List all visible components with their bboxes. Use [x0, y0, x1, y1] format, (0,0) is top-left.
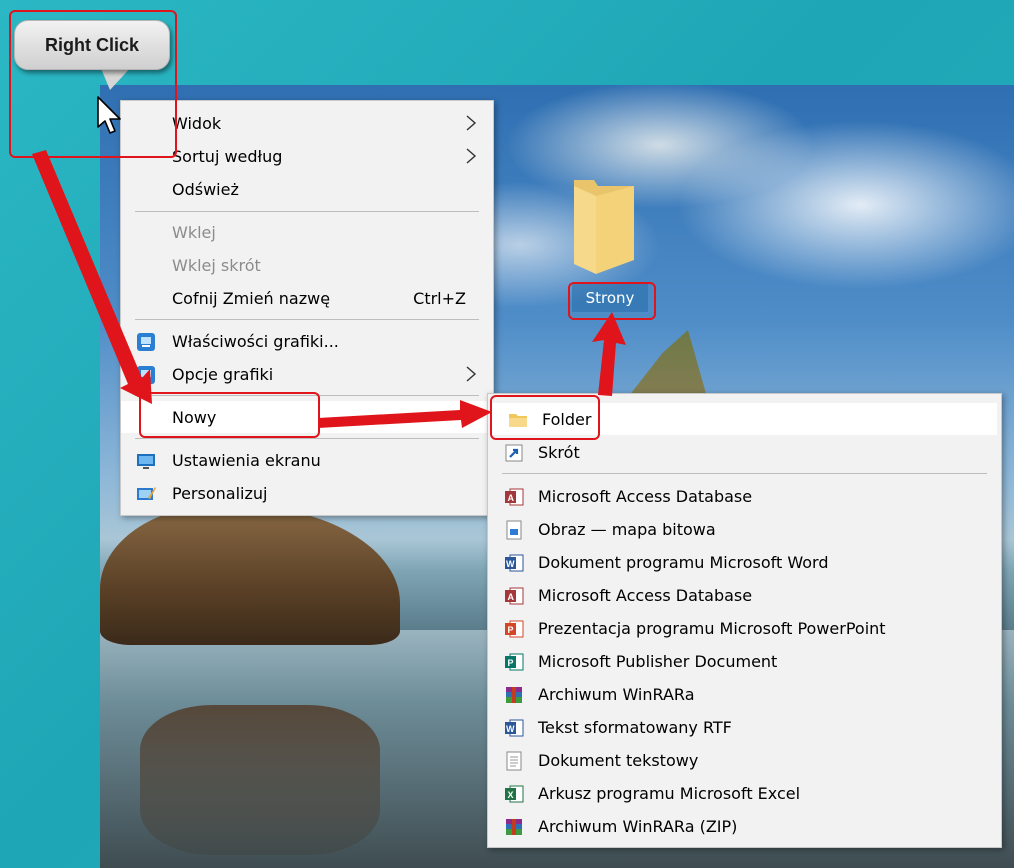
- menu-item-label: Obraz — mapa bitowa: [538, 519, 716, 539]
- excel-icon: X: [505, 785, 524, 803]
- intel-graphics-icon: [137, 333, 155, 351]
- chevron-right-icon: [466, 409, 477, 425]
- menu-separator: [502, 473, 987, 474]
- submenu-item-powerpoint[interactable]: P Prezentacja programu Microsoft PowerPo…: [488, 612, 1001, 644]
- menu-item-label: Dokument tekstowy: [538, 750, 699, 770]
- word-icon: W: [505, 554, 524, 572]
- submenu-item-access[interactable]: A Microsoft Access Database: [488, 480, 1001, 512]
- svg-text:X: X: [508, 790, 514, 800]
- winrar-icon: [506, 687, 522, 703]
- desktop-folder-icon[interactable]: [568, 172, 640, 277]
- rtf-icon: W: [505, 719, 524, 737]
- menu-item-ustawienia-ekranu[interactable]: Ustawienia ekranu: [121, 444, 493, 476]
- annotation-box-right-click: [9, 10, 177, 158]
- submenu-item-skrot[interactable]: Skrót: [488, 436, 1001, 468]
- menu-item-wklej[interactable]: Wklej: [121, 216, 493, 248]
- menu-separator: [135, 438, 479, 439]
- submenu-item-bitmap[interactable]: Obraz — mapa bitowa: [488, 513, 1001, 545]
- menu-item-label: Archiwum WinRARa (ZIP): [538, 816, 738, 836]
- menu-item-label: Microsoft Access Database: [538, 585, 753, 605]
- submenu-item-word[interactable]: W Dokument programu Microsoft Word: [488, 546, 1001, 578]
- winrar-icon: [506, 819, 522, 835]
- desktop-context-menu: Widok Sortuj według Odśwież Wklej Wklej …: [120, 100, 494, 516]
- intel-graphics-icon: [137, 366, 155, 384]
- menu-item-label: Prezentacja programu Microsoft PowerPoin…: [538, 618, 886, 638]
- menu-item-label: Arkusz programu Microsoft Excel: [538, 783, 801, 803]
- publisher-icon: P: [505, 653, 524, 671]
- menu-item-label: Microsoft Access Database: [538, 486, 753, 506]
- annotation-box-strony: [568, 282, 656, 320]
- mouse-cursor-icon: [97, 96, 121, 134]
- submenu-item-publisher[interactable]: P Microsoft Publisher Document: [488, 645, 1001, 677]
- personalize-icon: [137, 487, 156, 500]
- chevron-right-icon: [466, 366, 477, 382]
- display-settings-icon: [137, 454, 155, 469]
- access-icon: A: [505, 488, 524, 506]
- submenu-item-access-2[interactable]: A Microsoft Access Database: [488, 579, 1001, 611]
- access-icon: A: [505, 587, 524, 605]
- chevron-right-icon: [466, 148, 477, 164]
- bitmap-icon: [506, 520, 522, 540]
- svg-text:P: P: [508, 625, 514, 635]
- submenu-item-rtf[interactable]: W Tekst sformatowany RTF: [488, 711, 1001, 743]
- menu-item-cofnij[interactable]: Cofnij Zmień nazwę Ctrl+Z: [121, 282, 493, 314]
- submenu-item-excel[interactable]: X Arkusz programu Microsoft Excel: [488, 777, 1001, 809]
- menu-item-label: Wklej skrót: [172, 255, 261, 275]
- menu-item-label: Sortuj według: [172, 146, 283, 166]
- powerpoint-icon: P: [505, 620, 524, 638]
- submenu-item-text-document[interactable]: Dokument tekstowy: [488, 744, 1001, 776]
- menu-separator: [135, 211, 479, 212]
- menu-item-label: Właściwości grafiki...: [172, 331, 339, 351]
- menu-item-label: Cofnij Zmień nazwę: [172, 288, 331, 308]
- menu-item-wlasciwosci-grafiki[interactable]: Właściwości grafiki...: [121, 325, 493, 357]
- menu-item-label: Odśwież: [172, 179, 239, 199]
- menu-item-label: Opcje grafiki: [172, 364, 274, 384]
- annotation-box-folder: [490, 395, 600, 440]
- svg-text:A: A: [508, 493, 515, 503]
- annotation-box-nowy: [139, 392, 320, 438]
- menu-item-wklej-skrot[interactable]: Wklej skrót: [121, 249, 493, 281]
- menu-item-odswiez[interactable]: Odśwież: [121, 173, 493, 205]
- svg-text:P: P: [508, 658, 514, 668]
- menu-item-label: Wklej: [172, 222, 216, 242]
- wallpaper-rock-left: [100, 505, 400, 645]
- wallpaper-reflection: [140, 705, 380, 855]
- menu-item-opcje-grafiki[interactable]: Opcje grafiki: [121, 358, 493, 390]
- submenu-item-winrar-zip[interactable]: Archiwum WinRARa (ZIP): [488, 810, 1001, 842]
- menu-item-label: Microsoft Publisher Document: [538, 651, 778, 671]
- text-document-icon: [506, 751, 522, 771]
- menu-item-label: Tekst sformatowany RTF: [538, 717, 732, 737]
- svg-text:A: A: [508, 592, 515, 602]
- menu-item-label: Widok: [172, 113, 222, 133]
- menu-item-label: Skrót: [538, 442, 580, 462]
- menu-item-label: Personalizuj: [172, 483, 268, 503]
- menu-item-label: Archiwum WinRARa: [538, 684, 695, 704]
- new-submenu: Folder Skrót A Microsoft Access Database…: [487, 393, 1002, 848]
- menu-separator: [135, 319, 479, 320]
- chevron-right-icon: [466, 115, 477, 131]
- menu-item-label: Ustawienia ekranu: [172, 450, 321, 470]
- menu-item-shortcut: Ctrl+Z: [413, 288, 466, 308]
- menu-item-personalizuj[interactable]: Personalizuj: [121, 477, 493, 509]
- svg-text:W: W: [506, 724, 515, 734]
- svg-text:W: W: [506, 559, 515, 569]
- shortcut-icon: [505, 444, 523, 462]
- submenu-item-winrar[interactable]: Archiwum WinRARa: [488, 678, 1001, 710]
- menu-item-label: Dokument programu Microsoft Word: [538, 552, 829, 572]
